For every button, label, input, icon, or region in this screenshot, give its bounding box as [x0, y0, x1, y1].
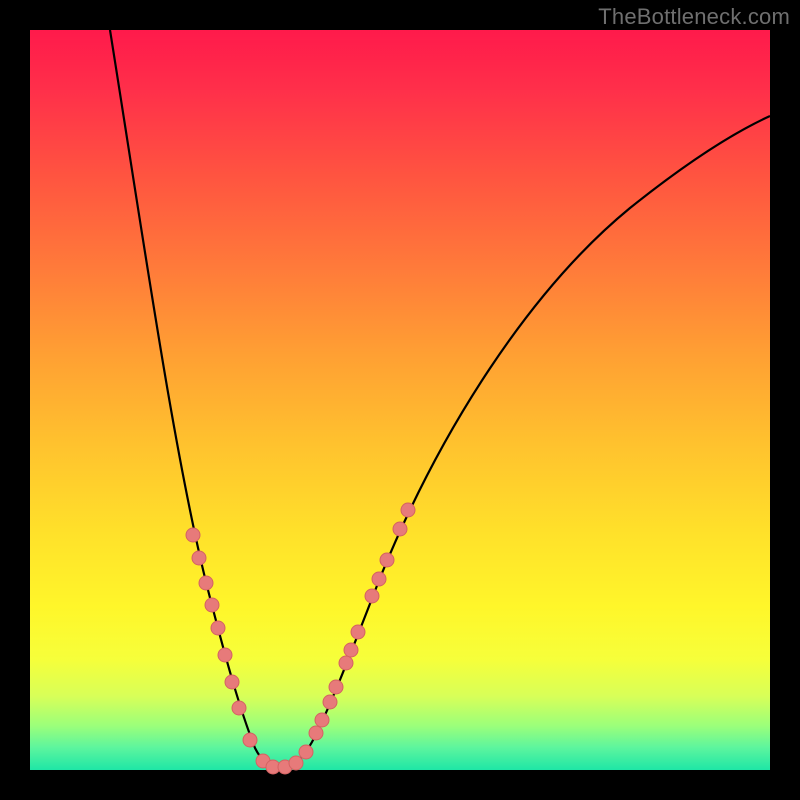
watermark-text: TheBottleneck.com	[598, 4, 790, 30]
curve-marker	[243, 733, 257, 747]
curve-marker	[299, 745, 313, 759]
curve-marker	[192, 551, 206, 565]
curve-marker	[199, 576, 213, 590]
curve-marker	[393, 522, 407, 536]
curve-marker	[351, 625, 365, 639]
curve-marker	[205, 598, 219, 612]
curve-marker	[309, 726, 323, 740]
curve-marker	[225, 675, 239, 689]
curve-marker	[372, 572, 386, 586]
curve-marker	[365, 589, 379, 603]
bottleneck-curve	[110, 30, 770, 768]
curve-marker	[329, 680, 343, 694]
chart-svg	[30, 30, 770, 770]
curve-marker	[401, 503, 415, 517]
curve-marker	[211, 621, 225, 635]
curve-marker	[339, 656, 353, 670]
curve-marker	[380, 553, 394, 567]
curve-marker	[186, 528, 200, 542]
curve-marker	[344, 643, 358, 657]
curve-marker	[289, 756, 303, 770]
curve-marker	[232, 701, 246, 715]
curve-marker	[323, 695, 337, 709]
curve-marker	[218, 648, 232, 662]
curve-marker	[315, 713, 329, 727]
chart-plot-area	[30, 30, 770, 770]
